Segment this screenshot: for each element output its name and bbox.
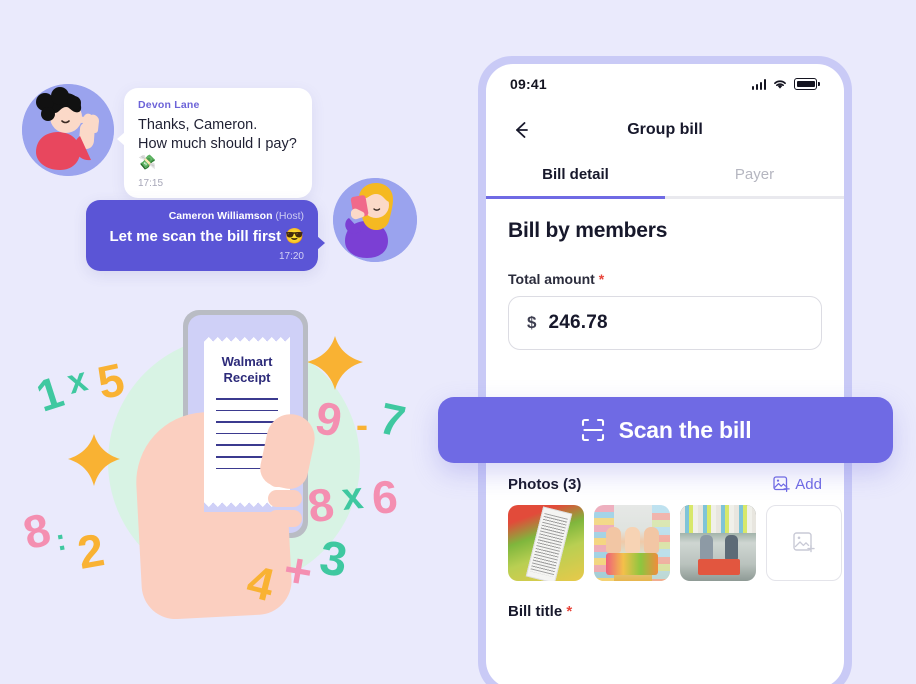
status-bar: 09:41	[486, 64, 844, 104]
phone-mockup: 09:41 Group bill Bill detail Payer Bill …	[478, 56, 852, 684]
scan-the-bill-button[interactable]: Scan the bill	[438, 397, 893, 463]
page-title: Group bill	[627, 121, 703, 138]
label-text: Bill title	[508, 603, 563, 620]
phone-screen: 09:41 Group bill Bill detail Payer Bill …	[486, 64, 844, 684]
navigation-bar: Group bill	[486, 104, 844, 156]
math-glyph: 6	[370, 470, 400, 524]
tab-bar: Bill detail Payer	[486, 156, 844, 196]
math-glyph: -	[356, 404, 368, 445]
message-timestamp: 17:20	[278, 251, 304, 262]
tab-bill-detail[interactable]: Bill detail	[486, 156, 665, 196]
photos-label: Photos (3)	[508, 476, 582, 493]
photo-thumbnail-list	[508, 505, 842, 581]
tab-active-indicator	[486, 196, 665, 199]
photo-thumbnail[interactable]	[508, 505, 584, 581]
scan-frame-icon	[581, 418, 604, 442]
scan-button-label: Scan the bill	[618, 416, 752, 443]
receipt-title: Walmart Receipt	[204, 354, 290, 386]
illustration-finger	[268, 470, 302, 487]
status-bar-icons	[751, 78, 820, 90]
screenshot-stage: Devon Lane Thanks, Cameron. How much sho…	[0, 0, 916, 684]
math-glyph: 7	[375, 394, 410, 448]
sparkle-icon	[68, 434, 120, 486]
message-sender-name-host: Cameron Williamson (Host)	[100, 210, 304, 222]
message-line-1: Thanks, Cameron.	[138, 117, 258, 133]
photo-add-placeholder[interactable]	[766, 505, 842, 581]
host-tag: (Host)	[275, 210, 304, 222]
illustration-finger	[268, 490, 302, 507]
back-arrow-icon[interactable]	[508, 117, 534, 143]
devon-avatar	[22, 84, 114, 176]
image-placeholder-icon	[793, 532, 815, 553]
photo-thumbnail[interactable]	[594, 505, 670, 581]
chat-bubble-incoming: Devon Lane Thanks, Cameron. How much sho…	[117, 88, 312, 198]
math-glyph: 1	[30, 367, 70, 422]
math-glyph: 8	[18, 502, 56, 560]
math-glyph: 2	[73, 523, 108, 579]
add-photo-button[interactable]: Add	[773, 476, 822, 493]
message-timestamp: 17:15	[138, 178, 164, 189]
tab-payer[interactable]: Payer	[665, 156, 844, 196]
illustration-finger	[268, 510, 302, 527]
math-glyph: x	[63, 360, 92, 402]
math-glyph: 5	[92, 352, 129, 410]
wifi-icon	[774, 80, 787, 89]
math-glyph: x	[339, 475, 366, 519]
total-amount-input[interactable]: $ 246.78	[508, 296, 822, 350]
sender-name: Cameron Williamson	[168, 210, 273, 222]
message-sender-name: Devon Lane	[138, 99, 200, 111]
label-text: Total amount	[508, 271, 595, 287]
receipt-scan-illustration: Walmart Receipt 1 x 5 9 - 7 8 x 6 8 : 2 …	[18, 292, 440, 632]
battery-full-icon	[794, 78, 820, 90]
add-image-icon	[773, 476, 791, 493]
photos-header: Photos (3) Add	[508, 476, 822, 493]
photo-thumbnail[interactable]	[680, 505, 756, 581]
cellular-signal-icon	[751, 78, 767, 90]
cameron-avatar	[333, 178, 417, 262]
chat-bubble-outgoing: Cameron Williamson (Host) Let me scan th…	[86, 200, 325, 271]
receipt-title-line1: Walmart	[221, 354, 273, 369]
total-amount-label: Total amount *	[508, 271, 822, 287]
bill-title-label: Bill title *	[508, 603, 822, 620]
add-photo-label: Add	[795, 476, 822, 493]
receipt-title-line2: Receipt	[223, 370, 271, 385]
currency-symbol: $	[527, 313, 537, 332]
message-line-1: Let me scan the bill first 😎	[109, 228, 304, 245]
section-title: Bill by members	[508, 219, 668, 242]
required-mark: *	[566, 603, 573, 620]
total-amount-value: 246.78	[548, 312, 608, 333]
sparkle-icon	[307, 336, 363, 390]
status-bar-time: 09:41	[510, 76, 547, 92]
message-line-2: How much should I pay? 💸	[138, 136, 297, 171]
receipt-zigzag-top	[204, 332, 290, 342]
required-mark: *	[598, 271, 605, 287]
